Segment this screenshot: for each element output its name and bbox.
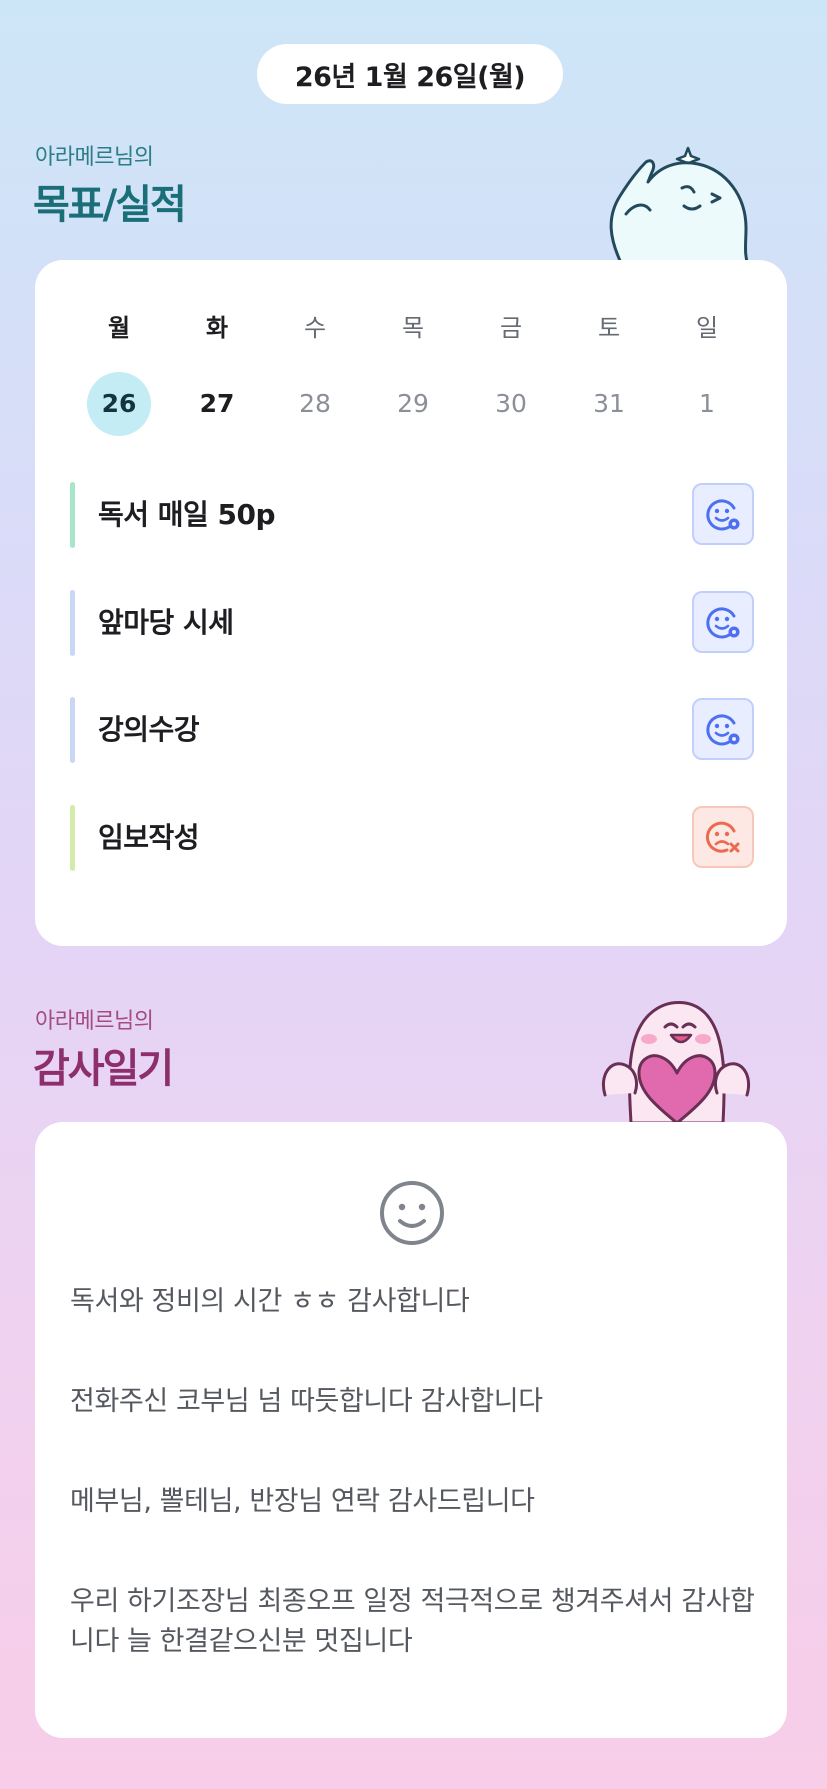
goal-status-button[interactable] xyxy=(692,483,754,545)
smile-outline-icon xyxy=(380,1181,444,1245)
goals-card: 월 화 수 목 금 토 일 26 27 28 29 30 31 1 독서 매일 … xyxy=(35,260,787,946)
date-cell[interactable]: 29 xyxy=(364,372,462,436)
goal-status-button[interactable] xyxy=(692,806,754,868)
smile-icon xyxy=(706,499,740,531)
goal-name: 앞마당 시세 xyxy=(98,606,234,639)
weekday-header: 월 화 수 목 금 토 일 xyxy=(70,308,756,348)
gratitude-entry: 독서와 정비의 시간 ㅎㅎ 감사합니다 xyxy=(70,1286,470,1317)
gratitude-entry: 메부님, 뽈테님, 반장님 연락 감사드립니다 xyxy=(70,1486,535,1517)
gratitude-entries: 독서와 정비의 시간 ㅎㅎ 감사합니다 전화주신 코부님 넘 따듯합니다 감사합… xyxy=(70,1282,760,1662)
weekday-label: 화 xyxy=(205,314,229,342)
gratitude-section-title: 감사일기 xyxy=(33,1046,174,1092)
goal-color-bar xyxy=(70,697,75,763)
ghost-mascot-image xyxy=(609,146,750,265)
goals-owner-label: 아라메르님의 xyxy=(35,145,154,170)
weekday-label: 금 xyxy=(499,314,523,342)
date-cell[interactable]: 1 xyxy=(658,372,756,436)
sad-icon xyxy=(705,821,740,853)
smile-icon xyxy=(706,714,740,746)
date-cell-today[interactable]: 26 xyxy=(70,372,168,436)
weekday-label: 목 xyxy=(401,314,425,342)
heart-mascot-image xyxy=(602,1001,750,1123)
gratitude-owner-label: 아라메르님의 xyxy=(35,1009,154,1034)
goal-color-bar xyxy=(70,805,75,871)
smile-icon xyxy=(706,607,740,639)
goals-section-title: 목표/실적 xyxy=(33,182,187,228)
gratitude-card: 독서와 정비의 시간 ㅎㅎ 감사합니다 전화주신 코부님 넘 따듯합니다 감사합… xyxy=(35,1122,787,1738)
date-pill[interactable]: 26년 1월 26일(월) xyxy=(257,44,563,104)
weekday-label: 수 xyxy=(303,314,327,342)
goal-color-bar xyxy=(70,482,75,548)
goal-status-button[interactable] xyxy=(692,698,754,760)
gratitude-entry: 전화주신 코부님 넘 따듯합니다 감사합니다 xyxy=(70,1386,543,1417)
goal-row[interactable]: 독서 매일 50p xyxy=(70,482,754,548)
gratitude-entry: 우리 하기조장님 최종오프 일정 적극적으로 챙겨주셔서 감사합니다 늘 한결같… xyxy=(70,1586,755,1657)
goal-color-bar xyxy=(70,590,75,656)
date-row: 26 27 28 29 30 31 1 xyxy=(70,372,756,436)
goal-name: 강의수강 xyxy=(98,713,200,746)
goal-name: 임보작성 xyxy=(98,821,200,854)
goal-row[interactable]: 강의수강 xyxy=(70,697,754,763)
goal-name: 독서 매일 50p xyxy=(98,498,276,531)
date-cell[interactable]: 31 xyxy=(560,372,658,436)
weekday-label: 토 xyxy=(597,314,621,342)
goal-row[interactable]: 임보작성 xyxy=(70,805,754,871)
date-cell[interactable]: 30 xyxy=(462,372,560,436)
date-cell[interactable]: 28 xyxy=(266,372,364,436)
date-cell[interactable]: 27 xyxy=(168,372,266,436)
weekday-label: 일 xyxy=(695,314,719,342)
weekday-label: 월 xyxy=(107,314,131,342)
goal-row[interactable]: 앞마당 시세 xyxy=(70,590,754,656)
goal-status-button[interactable] xyxy=(692,591,754,653)
